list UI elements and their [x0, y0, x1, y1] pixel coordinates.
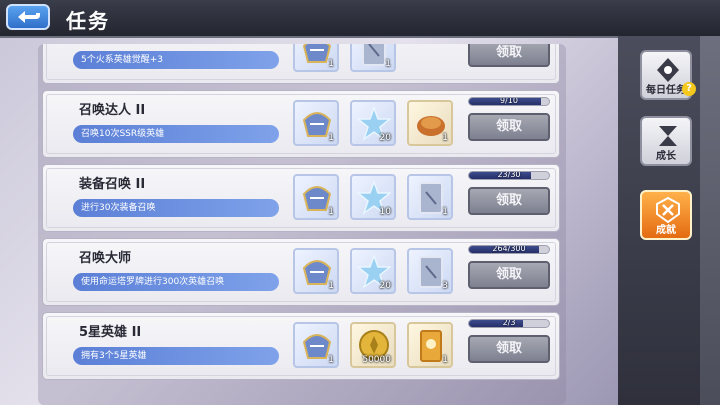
progress-text: 2/3	[502, 319, 516, 327]
task-card: 召唤大师使用命运塔罗牌进行300次英雄召唤 1 20 3 264/300 领取	[42, 238, 560, 306]
reward-item[interactable]: 1	[293, 100, 339, 146]
page-title: 任务	[66, 9, 110, 33]
growth-icon	[659, 126, 677, 146]
reward-quantity: 1	[385, 59, 391, 69]
task-description: 召唤10次SSR级英雄	[73, 125, 279, 143]
tab-achievements[interactable]: 成就	[640, 190, 692, 240]
reward-quantity: 1	[442, 207, 448, 217]
progress-text: 9/10	[500, 97, 518, 105]
reward-item[interactable]: 1	[350, 44, 396, 72]
reward-item[interactable]: 10	[350, 174, 396, 220]
task-name: 5星英雄 II	[79, 325, 142, 340]
task-description: 使用命运塔罗牌进行300次英雄召唤	[73, 273, 279, 291]
task-name: 召唤大师	[79, 251, 132, 266]
reward-item[interactable]: 1	[407, 100, 453, 146]
reward-quantity: 1	[328, 207, 334, 217]
reward-item[interactable]: 1	[293, 322, 339, 368]
reward-item[interactable]: 1	[407, 322, 453, 368]
tab-label: 成长	[656, 151, 676, 162]
task-card: 5星英雄 II 拥有3个5星英雄 1 50000 1 2/3 领取	[42, 312, 560, 380]
reward-quantity: 20	[379, 133, 391, 143]
claim-button[interactable]: 领取	[468, 187, 550, 215]
achievement-icon	[656, 196, 680, 224]
top-bar: 任务	[0, 0, 720, 38]
back-arrow-icon	[18, 11, 40, 23]
back-button[interactable]	[6, 4, 50, 30]
reward-quantity: 1	[442, 133, 448, 143]
progress-bar: 2/3	[468, 319, 550, 328]
progress-text: 264/300	[492, 245, 526, 253]
progress-bar: 9/10	[468, 97, 550, 106]
reward-item[interactable]: 1	[293, 248, 339, 294]
reward-quantity: 10	[379, 207, 391, 217]
reward-item[interactable]: 1	[293, 44, 339, 72]
notification-badge: ?	[682, 82, 696, 96]
task-description: 5个火系英雄觉醒+3	[73, 51, 279, 69]
reward-item[interactable]: 3	[407, 248, 453, 294]
eye-icon	[657, 58, 679, 82]
task-description: 拥有3个5星英雄	[73, 347, 279, 365]
reward-item[interactable]: 1	[407, 174, 453, 220]
progress-text: 23/30	[497, 171, 521, 179]
reward-quantity: 1	[328, 281, 334, 291]
reward-quantity: 1	[328, 59, 334, 69]
reward-quantity: 3	[442, 281, 448, 291]
reward-item[interactable]: 1	[293, 174, 339, 220]
reward-item[interactable]: 50000	[350, 322, 396, 368]
reward-quantity: 20	[379, 281, 391, 291]
tab-growth[interactable]: 成长	[640, 116, 692, 166]
task-name: 装备召唤 II	[79, 177, 146, 192]
task-description: 进行30次装备召唤	[73, 199, 279, 217]
tab-label: 成就	[656, 225, 676, 236]
claim-button[interactable]: 领取	[468, 113, 550, 141]
task-card: 装备召唤 II 进行30次装备召唤 1 10 1 23/30 领取	[42, 164, 560, 232]
side-scrollbar	[700, 36, 720, 405]
reward-quantity: 1	[328, 133, 334, 143]
progress-bar: 23/30	[468, 171, 550, 180]
task-list[interactable]: 火系专精 II5个火系英雄觉醒+311领取召唤达人 II召唤10次SSR级英雄1…	[38, 44, 566, 405]
claim-button[interactable]: 领取	[468, 261, 550, 289]
claim-button[interactable]: 领取	[468, 44, 550, 67]
reward-item[interactable]: 20	[350, 100, 396, 146]
reward-quantity: 50000	[362, 355, 391, 365]
task-card: 召唤达人 II 召唤10次SSR级英雄 1 20 1 9/10 领取	[42, 90, 560, 158]
progress-bar: 264/300	[468, 245, 550, 254]
reward-item[interactable]: 20	[350, 248, 396, 294]
reward-quantity: 1	[328, 355, 334, 365]
task-name: 召唤达人 II	[79, 103, 146, 118]
reward-quantity: 1	[442, 355, 448, 365]
claim-button[interactable]: 领取	[468, 335, 550, 363]
task-card: 火系专精 II5个火系英雄觉醒+311领取	[42, 44, 560, 84]
